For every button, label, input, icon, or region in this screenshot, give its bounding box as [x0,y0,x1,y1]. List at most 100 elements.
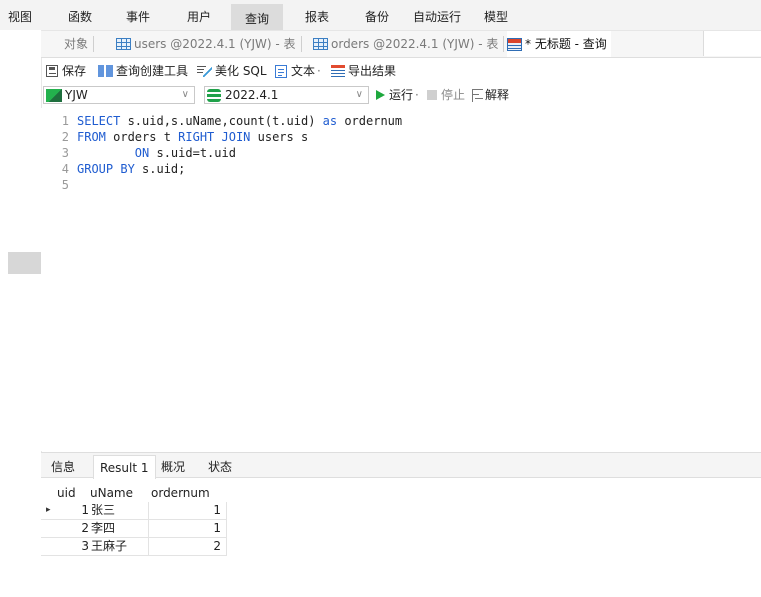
table-row[interactable]: ▸ 1 张三 1 [41,502,227,520]
column-header-uname[interactable]: uName [90,484,133,502]
query-toolbar: 保存 查询创建工具 美化 SQL 文本 · 导出结果 [41,58,761,83]
code-line[interactable]: 5 [41,177,77,193]
stop-icon [427,90,437,100]
explain-button[interactable]: 解释 [472,87,509,103]
query-builder-label: 查询创建工具 [116,64,189,78]
database-value: 2022.4.1 [225,88,279,102]
table-row[interactable]: 3 王麻子 2 [41,538,227,556]
tab-users-label: users @2022.4.1 (YJW) - 表 [134,37,296,51]
cell-ordernum[interactable]: 2 [191,538,221,555]
database-icon [207,88,221,102]
code-line[interactable]: 3 ON s.uid=t.uid [41,145,236,161]
cell-uid[interactable]: 2 [81,520,89,537]
sql-text: s.uid; [134,162,186,176]
cell-uname[interactable]: 张三 [91,502,115,519]
menu-backup[interactable]: 备份 [365,0,389,30]
cell-ordernum[interactable]: 1 [191,502,221,519]
cell-uname[interactable]: 李四 [91,520,115,537]
tab-divider [300,36,302,52]
menu-automation[interactable]: 自动运行 [413,0,461,30]
column-header-ordernum[interactable]: ordernum [151,484,210,502]
run-label: 运行 [389,88,414,102]
sql-keyword: as [322,114,338,128]
tab-orders-table[interactable]: orders @2022.4.1 (YJW) - 表 [313,31,505,57]
sql-keyword: FROM [77,130,106,144]
tab-orders-label: orders @2022.4.1 (YJW) - 表 [331,37,499,51]
line-number: 3 [61,146,69,160]
column-divider [226,502,227,556]
sql-keyword: SELECT [77,114,121,128]
document-tab-bar: 对象 users @2022.4.1 (YJW) - 表 orders @202… [41,31,761,58]
left-navigation-pane [0,30,42,596]
table-icon [116,38,131,50]
menu-users[interactable]: 用户 [187,0,211,30]
sql-editor[interactable]: 1 SELECT s.uid,s.uName,count(t.uid) as or… [41,108,761,451]
code-line[interactable]: 1 SELECT s.uid,s.uName,count(t.uid) as or… [41,113,402,129]
menu-query[interactable]: 查询 [231,4,284,30]
line-number: 1 [61,114,69,128]
database-select[interactable]: 2022.4.1 ∨ [204,86,369,104]
tab-users-table[interactable]: users @2022.4.1 (YJW) - 表 [116,31,302,57]
stop-label: 停止 [441,88,466,102]
sql-keyword: GROUP BY [77,162,135,176]
tab-status[interactable]: 状态 [208,453,232,477]
run-button[interactable]: 运行 · [376,87,421,103]
dropdown-dot-icon[interactable]: · [317,62,321,80]
export-label: 导出结果 [348,64,397,78]
connection-value: YJW [65,88,88,102]
cell-uid[interactable]: 1 [81,502,89,519]
tab-query-label: * 无标题 - 查询 [525,37,607,51]
chevron-down-icon: ∨ [355,89,363,100]
cell-uname[interactable]: 王麻子 [91,538,127,555]
tab-profile[interactable]: 概况 [161,453,185,477]
beautify-icon [197,65,212,77]
tab-objects-label: 对象 [64,37,89,51]
menu-model[interactable]: 模型 [484,0,508,30]
export-results-button[interactable]: 导出结果 [331,62,396,80]
menu-reports[interactable]: 报表 [305,0,329,30]
beautify-sql-button[interactable]: 美化 SQL [197,62,267,80]
tab-divider [93,36,95,52]
sql-text: s.uid=t.uid [149,146,236,160]
sql-text: s.uid,s.uName,count(t.uid) [120,114,323,128]
code-line[interactable]: 2 FROM orders t RIGHT JOIN users s [41,129,308,145]
save-icon [46,65,58,77]
code-line[interactable]: 4 GROUP BY s.uid; [41,161,186,177]
cell-ordernum[interactable]: 1 [191,520,221,537]
play-icon [376,90,385,100]
menu-view[interactable]: 视图 [8,0,32,30]
menu-bar: 视图 函数 事件 用户 查询 报表 备份 自动运行 模型 [0,0,761,31]
text-button[interactable]: 文本 · [275,62,323,80]
menu-events[interactable]: 事件 [126,0,150,30]
result-panel: 信息 Result 1 概况 状态 uid uName ordernum ▸ 1… [41,452,761,597]
line-number: 4 [61,162,69,176]
save-label: 保存 [62,64,87,78]
stop-button[interactable]: 停止 [427,87,465,103]
selected-nav-marker[interactable] [8,252,41,274]
save-button[interactable]: 保存 [46,62,86,80]
table-row[interactable]: 2 李四 1 [41,520,227,538]
tab-objects[interactable]: 对象 [64,31,95,57]
sql-text: orders t [105,130,179,144]
query-builder-icon [98,65,113,77]
tab-bar-filler [703,31,761,56]
cell-uid[interactable]: 3 [81,538,89,555]
export-icon [331,64,345,78]
connection-select[interactable]: YJW ∨ [43,86,195,104]
explain-icon [472,88,483,102]
connection-icon [46,88,62,102]
line-number: 5 [61,178,69,192]
chevron-down-icon: ∨ [181,89,189,100]
dropdown-dot-icon[interactable]: · [415,87,419,103]
tab-untitled-query[interactable]: * 无标题 - 查询 [507,31,611,57]
tab-divider [503,36,505,52]
tab-result-1[interactable]: Result 1 [93,455,156,479]
menu-functions[interactable]: 函数 [68,0,92,30]
sql-text: users s [250,130,309,144]
tab-info[interactable]: 信息 [51,453,75,477]
explain-label: 解释 [485,88,510,102]
column-header-uid[interactable]: uid [57,484,76,502]
query-builder-button[interactable]: 查询创建工具 [98,62,188,80]
query-icon [507,37,522,51]
